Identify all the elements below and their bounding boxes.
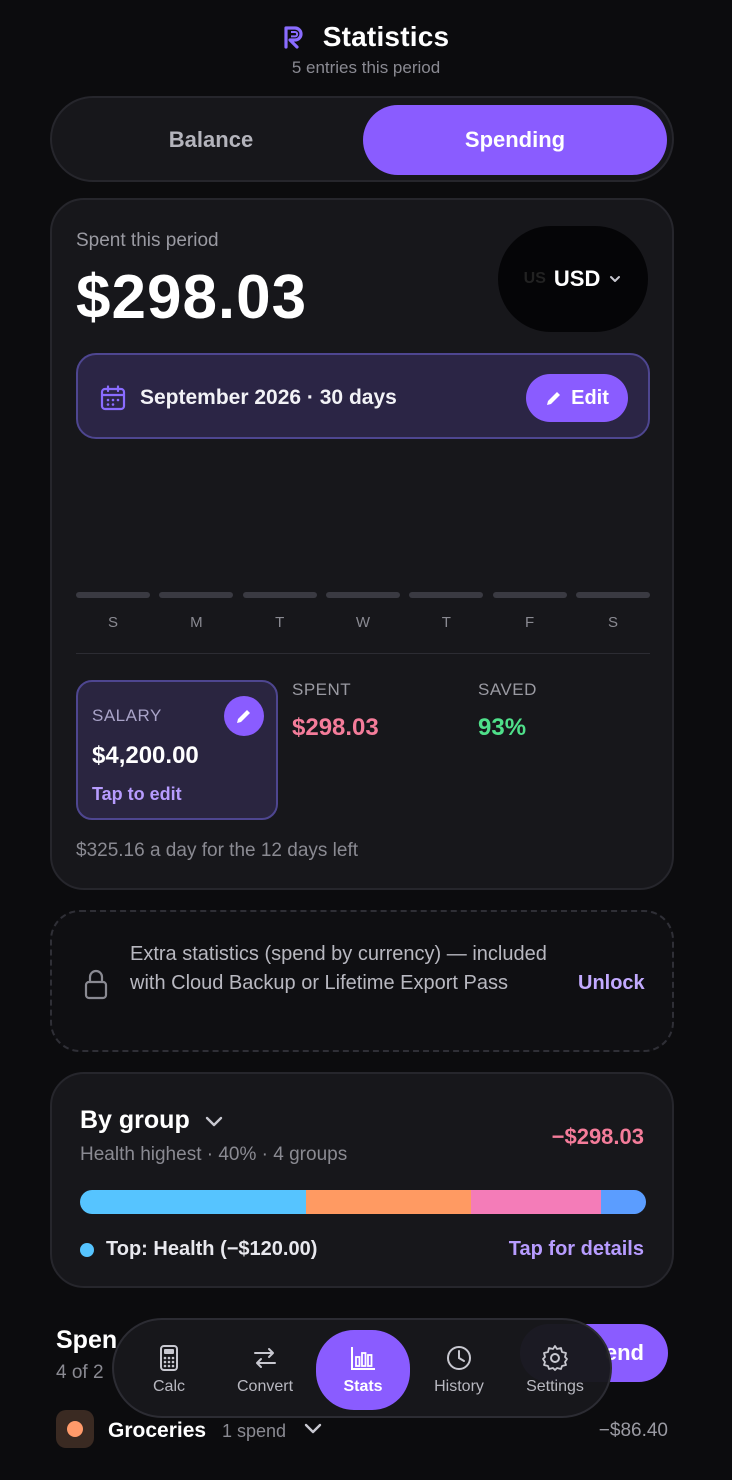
- group-share-segment: [470, 1190, 601, 1214]
- day-column: M: [159, 592, 234, 632]
- spent-stat-label: SPENT: [292, 680, 352, 699]
- nav-history[interactable]: History: [412, 1332, 506, 1408]
- daily-allowance-text: $325.16 a day for the 12 days left: [76, 840, 359, 861]
- salary-value: $4,200.00: [92, 742, 199, 769]
- day-bar: [409, 592, 484, 598]
- day-label: W: [355, 614, 371, 631]
- balance-tab[interactable]: Balance: [60, 105, 362, 175]
- bottom-navigation: Calc Convert Stats History Settings: [112, 1318, 612, 1418]
- unlock-extra-stats-card: Extra statistics (spend by currency) — i…: [50, 910, 674, 1052]
- category-dot: [67, 1421, 83, 1437]
- spent-label: Spent this period: [76, 230, 219, 251]
- nav-settings[interactable]: Settings: [508, 1332, 602, 1408]
- nav-calc[interactable]: Calc: [122, 1332, 216, 1408]
- currency-code: USD: [553, 266, 601, 291]
- group-total: −$298.03: [551, 1124, 644, 1149]
- gear-icon: [542, 1345, 568, 1371]
- day-bar: [575, 592, 650, 598]
- currency-flag: US: [523, 270, 546, 287]
- category-name: Groceries: [108, 1419, 207, 1442]
- nav-label: History: [434, 1378, 484, 1395]
- nav-label: Stats: [343, 1378, 383, 1395]
- period-label: September 2026 · 30 days: [140, 386, 397, 409]
- category-count: 1 spend: [222, 1421, 287, 1441]
- day-column: F: [492, 592, 567, 632]
- unlock-button[interactable]: Unlock: [578, 972, 645, 995]
- lock-icon: [84, 969, 108, 1000]
- day-label: S: [607, 614, 618, 631]
- chevron-down-icon: [205, 1116, 222, 1126]
- day-label: T: [441, 614, 451, 631]
- nav-convert[interactable]: Convert: [218, 1332, 312, 1408]
- day-column: T: [242, 592, 317, 632]
- top-group-text: Top: Health (−$120.00): [106, 1238, 318, 1260]
- spent-stat-value: $298.03: [292, 714, 379, 741]
- day-bar: [159, 592, 234, 598]
- salary-hint: Tap to edit: [92, 784, 182, 804]
- page-title: Statistics: [322, 21, 450, 52]
- day-bar: [242, 592, 317, 598]
- nav-label: Convert: [236, 1378, 294, 1395]
- day-label: F: [525, 614, 535, 631]
- group-share-bar: [80, 1190, 646, 1214]
- saved-stat: SAVED 93%: [478, 680, 537, 742]
- divider: [76, 653, 650, 654]
- spends-title: Spen: [56, 1326, 118, 1354]
- group-details-link[interactable]: Tap for details: [509, 1238, 644, 1261]
- spent-stat: SPENT $298.03: [292, 680, 379, 742]
- nav-label: Calc: [152, 1378, 185, 1395]
- swap-icon: [254, 1348, 276, 1368]
- salary-tile[interactable]: SALARY $4,200.00 Tap to edit: [76, 680, 278, 820]
- edit-salary-button[interactable]: [224, 696, 264, 736]
- day-label: M: [190, 614, 203, 631]
- spending-tab[interactable]: Spending: [363, 105, 667, 175]
- saved-stat-label: SAVED: [478, 680, 537, 699]
- day-column: S: [575, 592, 650, 632]
- nav-stats[interactable]: Stats: [316, 1330, 410, 1410]
- group-selector[interactable]: By group: [80, 1106, 224, 1135]
- header: Statistics 5 entries this period: [0, 18, 732, 78]
- clock-icon: [447, 1346, 471, 1370]
- group-title: By group: [80, 1106, 190, 1134]
- group-share-segment: [80, 1190, 307, 1214]
- spends-subtitle: 4 of 2: [56, 1362, 104, 1383]
- day-label: S: [107, 614, 118, 631]
- page-subtitle: 5 entries this period: [291, 58, 441, 77]
- top-group-dot: [80, 1242, 94, 1257]
- saved-stat-value: 93%: [478, 714, 527, 741]
- day-label: T: [275, 614, 285, 631]
- day-bar: [492, 592, 567, 598]
- currency-selector[interactable]: US USD: [498, 226, 648, 332]
- nav-label: Settings: [526, 1378, 584, 1395]
- chevron-down-icon[interactable]: [304, 1423, 322, 1435]
- edit-period-button[interactable]: Edit: [526, 374, 628, 422]
- unlock-description: Extra statistics (spend by currency) — i…: [130, 943, 547, 994]
- day-bar: [76, 592, 150, 598]
- pencil-icon: [237, 710, 250, 723]
- day-column: T: [409, 592, 484, 632]
- spending-summary-card: Spent this period $298.03 US USD Septemb…: [50, 198, 674, 890]
- group-share-segment: [306, 1190, 471, 1214]
- edit-label: Edit: [571, 386, 609, 409]
- day-column: S: [76, 592, 150, 632]
- by-group-card[interactable]: By group Health highest · 40% · 4 groups…: [50, 1072, 674, 1288]
- group-share-segment: [600, 1190, 646, 1214]
- category-amount: −$86.40: [598, 1420, 668, 1441]
- calendar-icon: [100, 385, 126, 411]
- calculator-icon: [160, 1345, 178, 1371]
- weekly-chart: S M T W T F S: [76, 592, 650, 632]
- top-group: Top: Health (−$120.00): [80, 1238, 317, 1261]
- bar-chart-icon: [351, 1347, 375, 1370]
- day-bar: [325, 592, 400, 598]
- app-logo-icon: [284, 26, 303, 49]
- pencil-icon: [547, 392, 561, 405]
- spent-amount: $298.03: [76, 263, 308, 332]
- chevron-down-icon: [610, 276, 621, 282]
- salary-label: SALARY: [92, 706, 162, 725]
- period-selector[interactable]: September 2026 · 30 days Edit: [76, 353, 650, 439]
- category-icon: [56, 1410, 94, 1448]
- group-subtitle: Health highest · 40% · 4 groups: [80, 1144, 348, 1165]
- day-column: W: [325, 592, 400, 632]
- view-segmented-control: Balance Spending: [50, 96, 674, 182]
